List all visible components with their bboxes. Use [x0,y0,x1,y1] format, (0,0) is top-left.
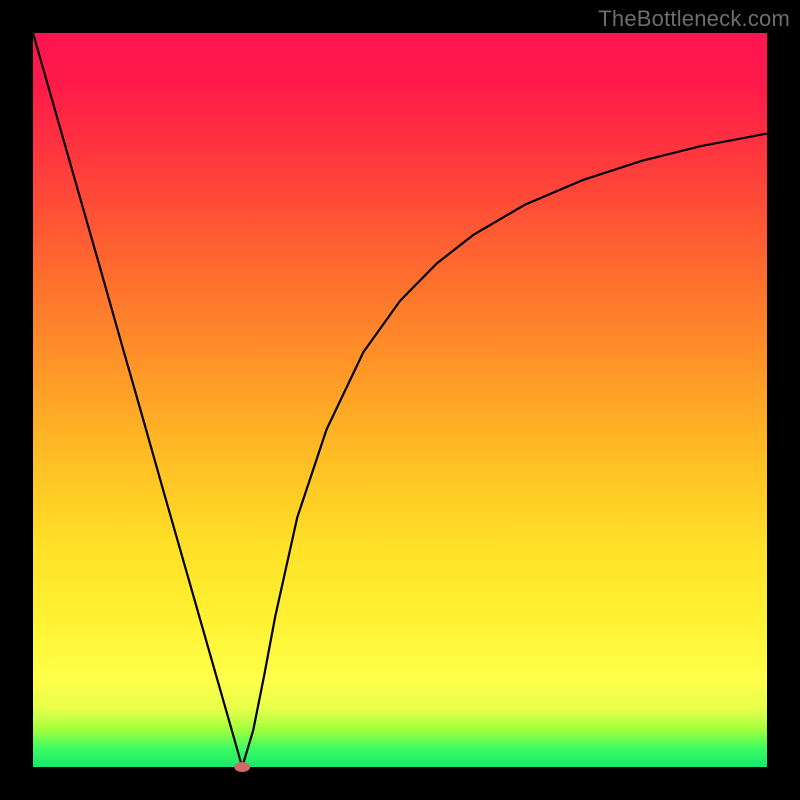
chart-stage: TheBottleneck.com [0,0,800,800]
source-watermark: TheBottleneck.com [598,6,790,32]
minimum-marker [234,762,250,772]
chart-svg [33,33,767,767]
bottleneck-curve [33,33,767,767]
